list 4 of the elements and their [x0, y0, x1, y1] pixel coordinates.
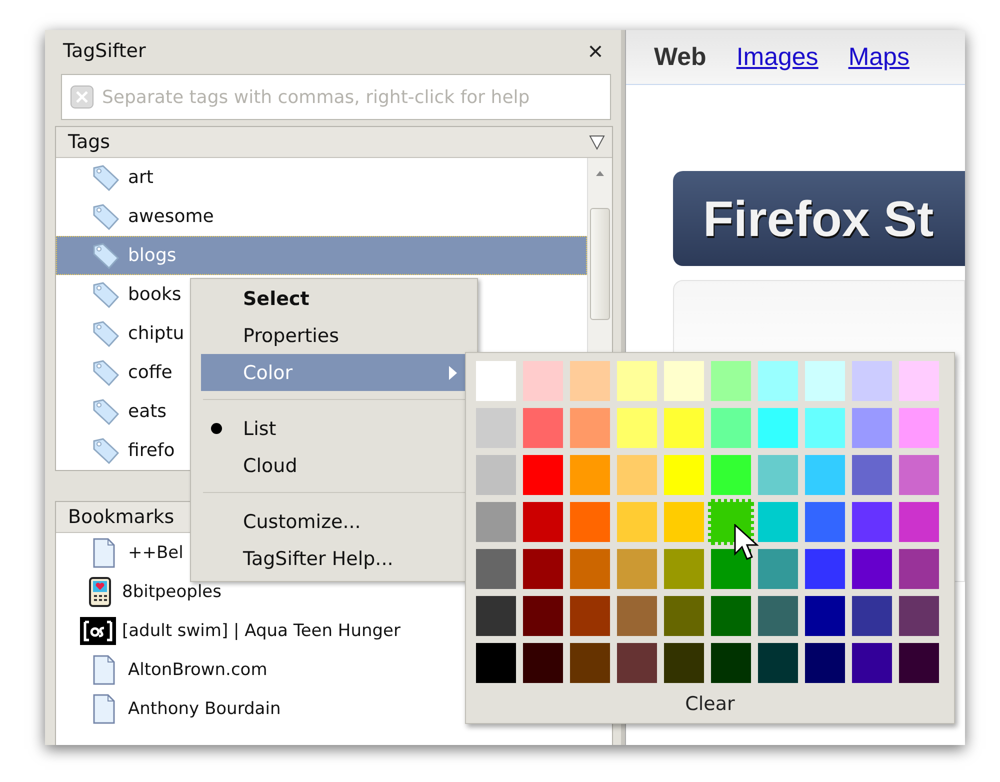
banner-title: Firefox St: [703, 190, 934, 248]
sidebar-title: TagSifter: [63, 40, 146, 62]
panel-title: Tags: [68, 131, 110, 153]
panel-title: Bookmarks: [68, 506, 174, 528]
